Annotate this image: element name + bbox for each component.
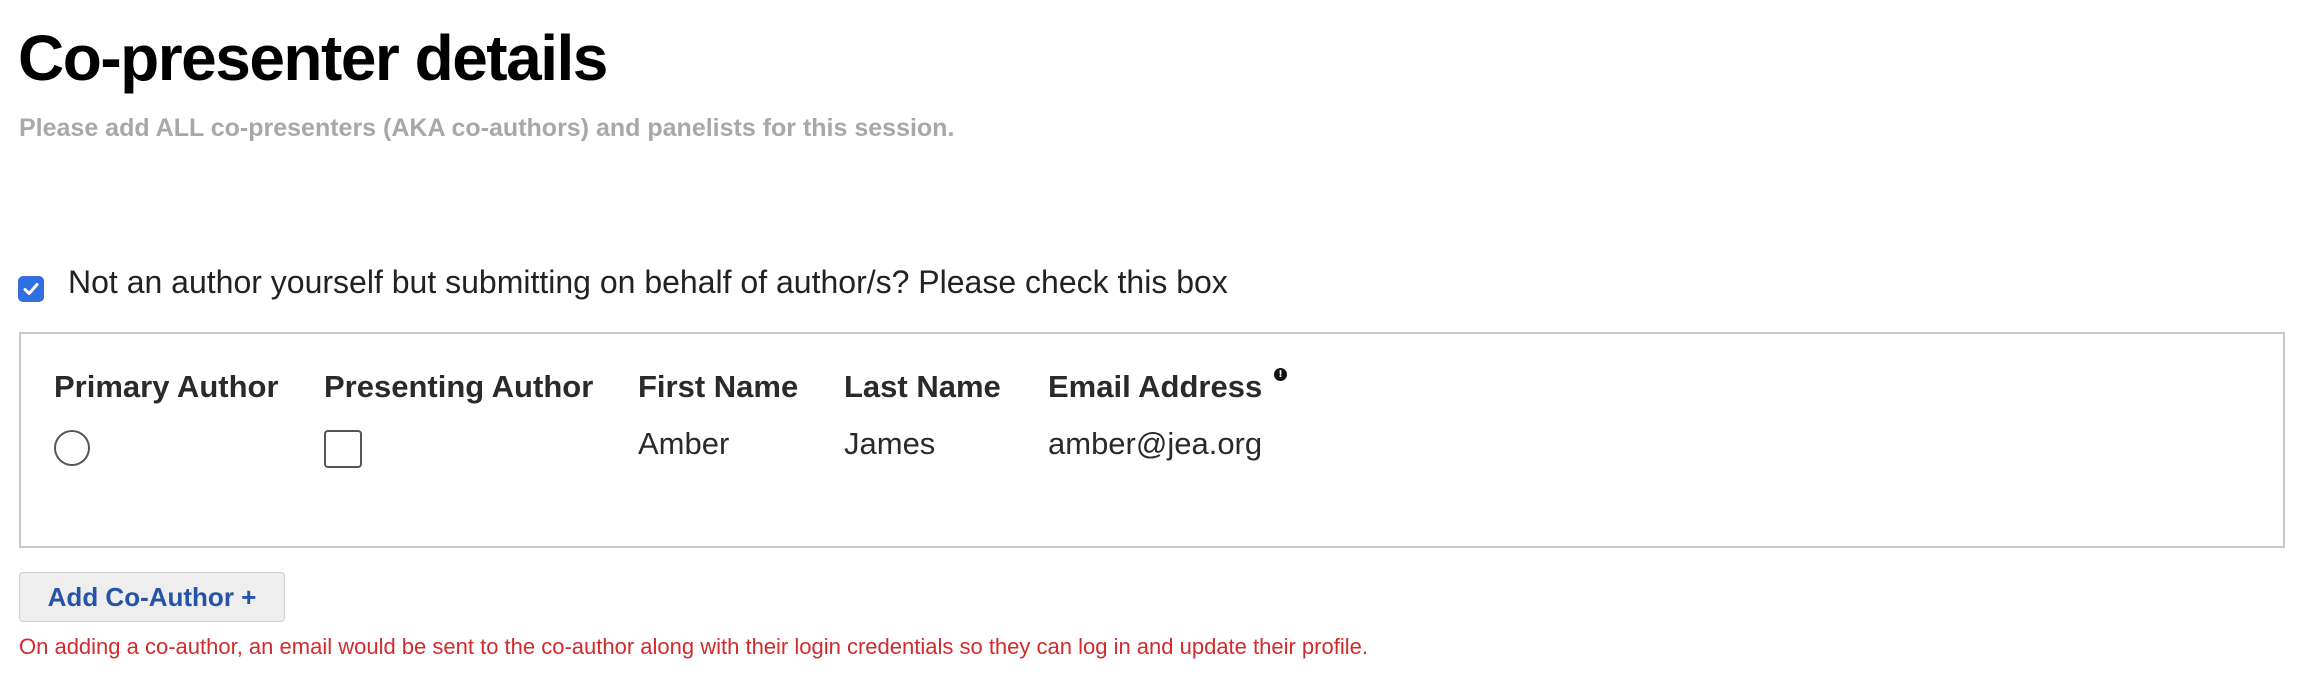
behalf-checkbox[interactable] [18, 276, 44, 302]
email-cell: amber@jea.org [1048, 426, 1263, 461]
add-co-author-button[interactable]: Add Co-Author + [19, 572, 285, 622]
first-name-cell: Amber [638, 426, 730, 461]
co-author-table: Primary Author Presenting Author First N… [19, 332, 2285, 548]
last-name-cell: James [844, 426, 936, 461]
info-icon[interactable]: ! [1274, 368, 1287, 381]
column-header-last-name: Last Name [844, 369, 1001, 404]
column-header-presenting-author: Presenting Author [324, 369, 594, 404]
co-author-email-notice: On adding a co-author, an email would be… [19, 634, 1368, 659]
column-header-email-address: Email Address [1048, 369, 1263, 404]
behalf-checkbox-row: Not an author yourself but submitting on… [18, 260, 1228, 304]
primary-author-radio[interactable] [54, 430, 90, 466]
column-header-primary-author: Primary Author [54, 369, 279, 404]
check-icon [23, 283, 39, 295]
page-title: Co-presenter details [18, 22, 608, 94]
behalf-checkbox-label[interactable]: Not an author yourself but submitting on… [68, 264, 1228, 301]
column-header-first-name: First Name [638, 369, 799, 404]
page-subtitle: Please add ALL co-presenters (AKA co-aut… [19, 114, 955, 142]
presenting-author-checkbox[interactable] [324, 430, 362, 468]
